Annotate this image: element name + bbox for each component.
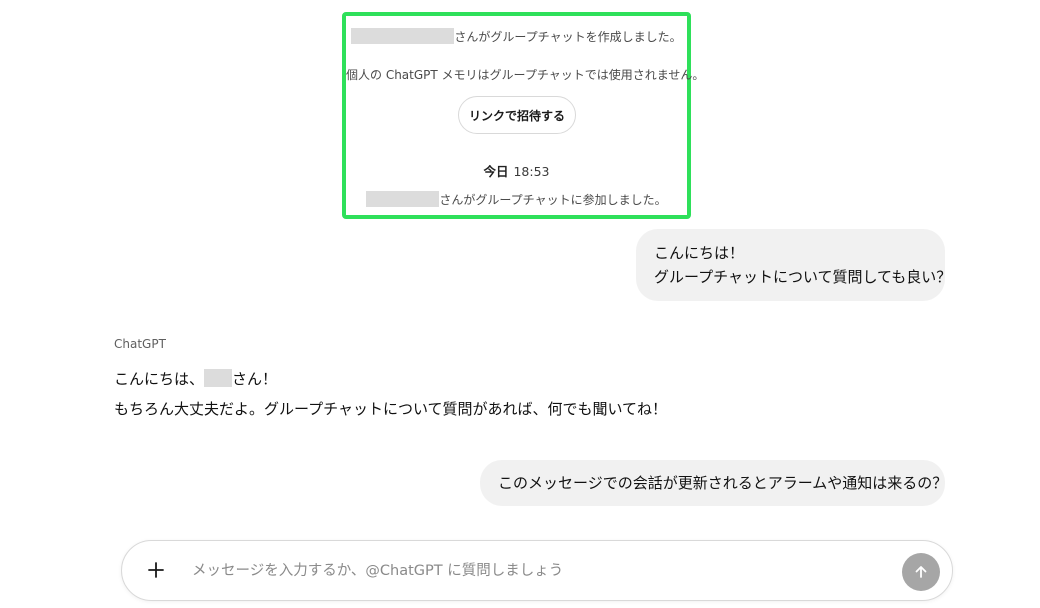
message-composer [121, 540, 953, 601]
user-message-line: こんにちは！ [654, 244, 745, 262]
assistant-greeting-suffix: さん！ [232, 370, 278, 388]
user-message-line: グループチャットについて質問しても良い？ [654, 268, 952, 286]
arrow-up-icon [915, 566, 927, 578]
assistant-name-label: ChatGPT [114, 337, 166, 351]
assistant-message-line: こんにちは、 さん！ [114, 364, 667, 394]
member-joined-notice: さんがグループチャットに参加しました。 [346, 191, 687, 208]
assistant-message: こんにちは、 さん！ もちろん大丈夫だよ。グループチャットについて質問があれば、何… [114, 364, 667, 424]
chat-page: さんがグループチャットを作成しました。 個人の ChatGPT メモリはグループ… [0, 0, 1040, 608]
send-button[interactable] [902, 553, 940, 591]
redacted-username [351, 28, 455, 44]
invite-by-link-button[interactable]: リンクで招待する [458, 96, 576, 134]
group-chat-system-notice: さんがグループチャットを作成しました。 個人の ChatGPT メモリはグループ… [342, 12, 705, 219]
group-created-text: さんがグループチャットを作成しました。 [454, 30, 682, 44]
memory-notice: 個人の ChatGPT メモリはグループチャットでは使用されません。 [346, 68, 705, 82]
timestamp-divider: 今日 18:53 [346, 161, 687, 180]
member-joined-text: さんがグループチャットに参加しました。 [439, 193, 667, 207]
redacted-username [366, 191, 440, 207]
user-message-bubble: このメッセージでの会話が更新されるとアラームや通知は来るの？ [480, 460, 947, 506]
user-message-bubble: こんにちは！ グループチャットについて質問しても良い？ [636, 229, 952, 301]
assistant-message-line: もちろん大丈夫だよ。グループチャットについて質問があれば、何でも聞いてね！ [114, 400, 668, 418]
message-input[interactable] [192, 557, 882, 585]
redacted-username [204, 369, 233, 387]
assistant-greeting-prefix: こんにちは、 [114, 370, 205, 388]
timestamp-time: 18:53 [513, 164, 550, 179]
group-created-notice: さんがグループチャットを作成しました。 [346, 28, 687, 45]
timestamp-day: 今日 [483, 164, 509, 179]
plus-icon[interactable] [142, 556, 170, 584]
